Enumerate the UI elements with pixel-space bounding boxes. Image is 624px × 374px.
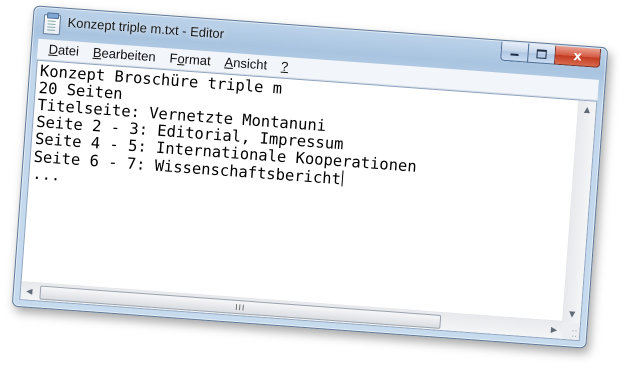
scroll-up-arrow-icon[interactable]: ▲ (578, 101, 596, 119)
notepad-icon (42, 14, 62, 36)
minimize-button[interactable] (500, 41, 529, 63)
menu-ansicht[interactable]: Ansicht (217, 52, 275, 76)
menu-format[interactable]: Format (162, 48, 219, 72)
resize-grip-icon[interactable] (561, 321, 581, 341)
window-title: Konzept triple m.txt - Editor (67, 14, 225, 42)
thumb-grip: III (234, 302, 246, 313)
maximize-button[interactable] (526, 43, 556, 65)
menu-help[interactable]: ? (273, 56, 296, 78)
text-caret (341, 170, 344, 187)
close-icon: x (572, 48, 583, 65)
minimize-icon (510, 53, 519, 56)
scroll-left-arrow-icon[interactable]: ◀ (20, 282, 38, 300)
text-editor[interactable]: Konzept Broschüre triple m 20 Seiten Titel… (19, 59, 598, 342)
scroll-down-arrow-icon[interactable]: ▼ (563, 305, 581, 323)
menu-datei[interactable]: Datei (41, 39, 87, 62)
close-button[interactable]: x (553, 45, 602, 68)
horizontal-scroll-thumb[interactable]: III (39, 285, 442, 329)
notepad-window: Konzept triple m.txt - Editor x Datei Be… (11, 5, 609, 349)
screen: Konzept triple m.txt - Editor x Datei Be… (0, 0, 624, 374)
horizontal-scrollbar[interactable]: ◀ III ▶ (20, 281, 564, 339)
scroll-right-arrow-icon[interactable]: ▶ (545, 321, 563, 339)
maximize-icon (536, 48, 547, 59)
window-controls: x (500, 41, 602, 69)
